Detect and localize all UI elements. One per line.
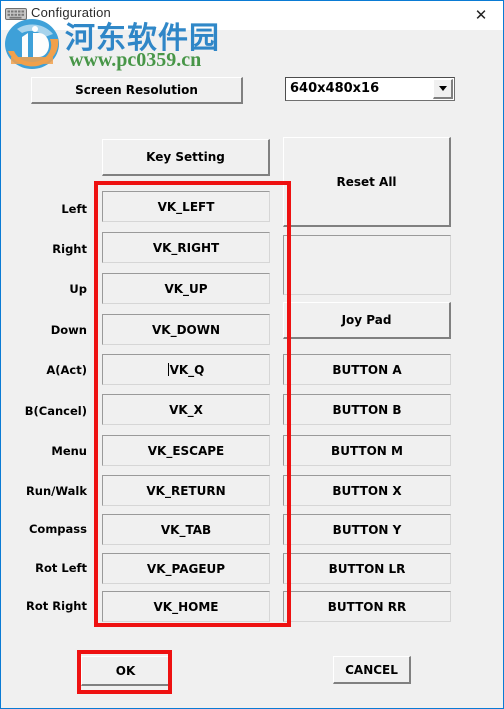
cancel-label: CANCEL	[345, 662, 398, 677]
key-setting-label: Key Setting	[146, 150, 225, 164]
close-icon: ✕	[474, 7, 488, 24]
reset-all-button[interactable]: Reset All	[283, 137, 451, 227]
text-caret	[167, 363, 169, 376]
chevron-down-glyph	[438, 86, 447, 91]
watermark-site-url: www.pc0359.cn	[69, 49, 202, 71]
key-button-up[interactable]: VK_UP	[102, 273, 270, 304]
window-title: Configuration	[31, 5, 111, 20]
resolution-value: 640x480x16	[290, 81, 380, 96]
pad-button-lr[interactable]: BUTTON LR	[283, 553, 451, 584]
pad-button-rr[interactable]: BUTTON RR	[283, 591, 451, 622]
key-button-rot-left[interactable]: VK_PAGEUP	[102, 553, 270, 584]
pad-button-label: BUTTON X	[332, 483, 402, 498]
key-button-label: VK_DOWN	[151, 322, 221, 337]
key-button-menu[interactable]: VK_ESCAPE	[102, 435, 270, 466]
key-button-run-walk[interactable]: VK_RETURN	[102, 475, 270, 506]
keyboard-icon	[5, 8, 27, 20]
pad-button-x[interactable]: BUTTON X	[283, 475, 451, 506]
row-label-up: Up	[69, 282, 87, 296]
configuration-window: Configuration ✕ 河东软件园 www.pc0359.cn Scre…	[0, 0, 504, 709]
key-button-label: VK_ESCAPE	[147, 443, 225, 458]
pad-button-label: BUTTON Y	[332, 522, 402, 537]
cancel-button[interactable]: CANCEL	[333, 656, 411, 684]
key-button-left[interactable]: VK_LEFT	[102, 191, 270, 222]
row-label-left: Left	[61, 202, 87, 216]
row-label-run-walk: Run/Walk	[25, 484, 87, 498]
key-button-label: VK_TAB	[160, 522, 212, 537]
key-button-label: VK_X	[169, 402, 203, 417]
screen-resolution-button[interactable]: Screen Resolution	[31, 77, 243, 104]
row-label-rot-left: Rot Left	[35, 561, 87, 575]
title-bar: Configuration ✕	[1, 1, 503, 30]
key-button-label: VK_UP	[164, 281, 208, 296]
key-button-label: VK_Q	[169, 362, 205, 377]
pad-button-label: BUTTON B	[332, 402, 402, 417]
pad-button-label: BUTTON RR	[327, 599, 407, 614]
key-button-rot-right[interactable]: VK_HOME	[102, 591, 270, 622]
row-label-compass: Compass	[28, 522, 87, 536]
reset-all-label: Reset All	[336, 174, 397, 189]
key-button-label: VK_LEFT	[157, 199, 215, 214]
key-button-down[interactable]: VK_DOWN	[102, 314, 270, 345]
pad-button-b[interactable]: BUTTON B	[283, 394, 451, 425]
chevron-down-icon[interactable]	[433, 79, 453, 99]
joy-pad-label: Joy Pad	[341, 313, 392, 327]
key-button-right[interactable]: VK_RIGHT	[102, 232, 270, 263]
close-button[interactable]: ✕	[459, 1, 503, 29]
row-label-down: Down	[50, 323, 87, 337]
row-label-right: Right	[52, 242, 87, 256]
key-setting-button[interactable]: Key Setting	[102, 139, 270, 176]
pad-button-m[interactable]: BUTTON M	[283, 435, 451, 466]
row-label-a-act: A(Act)	[46, 363, 87, 377]
joy-pad-button[interactable]: Joy Pad	[283, 302, 451, 339]
pad-button-label: BUTTON M	[331, 443, 403, 458]
key-button-label: VK_RIGHT	[152, 240, 220, 255]
pad-button-label: BUTTON LR	[328, 561, 406, 576]
key-button-a-act[interactable]: VK_Q	[102, 354, 270, 385]
ok-label: OK	[115, 663, 136, 678]
key-button-label: VK_RETURN	[146, 483, 226, 498]
row-label-menu: Menu	[51, 444, 87, 458]
pad-button-a[interactable]: BUTTON A	[283, 354, 451, 385]
ok-button[interactable]: OK	[81, 656, 171, 686]
key-button-label: VK_PAGEUP	[146, 561, 226, 576]
pad-button-y[interactable]: BUTTON Y	[283, 514, 451, 545]
row-label-b-cancel: B(Cancel)	[24, 404, 87, 418]
row-label-rot-right: Rot Right	[26, 599, 87, 613]
resolution-combobox[interactable]: 640x480x16	[285, 77, 455, 101]
blank-panel	[283, 235, 451, 295]
key-button-label: VK_HOME	[153, 599, 219, 614]
key-button-b-cancel[interactable]: VK_X	[102, 394, 270, 425]
key-button-compass[interactable]: VK_TAB	[102, 514, 270, 545]
screen-resolution-label: Screen Resolution	[75, 83, 198, 97]
pad-button-label: BUTTON A	[332, 362, 402, 377]
